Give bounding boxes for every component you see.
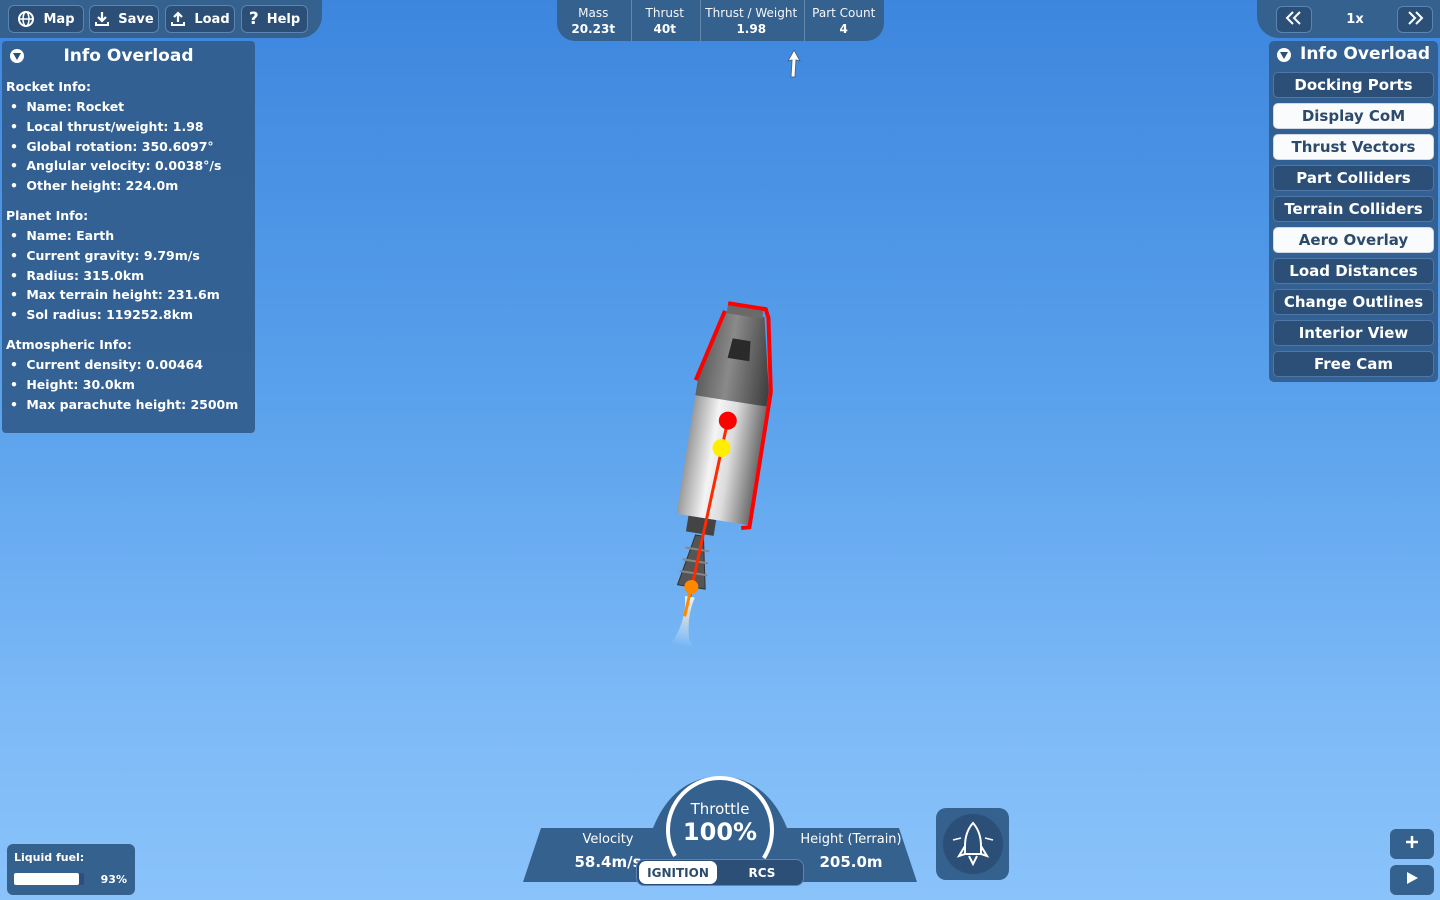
question-icon: ? — [248, 9, 259, 29]
map-button[interactable]: Map — [8, 5, 84, 33]
top-toolbar: Map Save Load ? Help — [0, 0, 322, 38]
stage-button[interactable] — [936, 808, 1009, 880]
globe-icon — [17, 10, 35, 28]
upload-icon — [170, 11, 186, 27]
atmospheric-info-section: Atmospheric Info: Current density: 0.004… — [2, 335, 255, 414]
free-cam-toggle[interactable]: Free Cam — [1273, 351, 1434, 377]
info-item: Radius: 315.0km — [10, 266, 255, 286]
info-overload-panel: Info Overload Rocket Info: Name: Rocket … — [2, 41, 255, 433]
info-item: Sol radius: 119252.8km — [10, 305, 255, 325]
load-button[interactable]: Load — [165, 5, 235, 33]
plus-icon — [1404, 834, 1420, 854]
info-item: Other height: 224.0m — [10, 176, 255, 196]
rcs-button[interactable]: RCS — [723, 861, 801, 884]
save-button-label: Save — [118, 11, 154, 27]
overlay-panel-header: Info Overload — [1269, 41, 1438, 69]
stat-value: 40t — [653, 21, 676, 36]
stat-value: 4 — [839, 21, 848, 36]
fuel-bar-fill — [14, 873, 80, 885]
load-button-label: Load — [194, 11, 230, 27]
stat-label: Part Count — [812, 5, 876, 20]
fuel-panel: Liquid fuel: 93% — [7, 844, 135, 895]
velocity-direction-arrow-icon — [787, 48, 801, 78]
ignition-button[interactable]: IGNITION — [639, 861, 717, 884]
info-item: Global rotation: 350.6097° — [10, 137, 255, 157]
stat-label: Mass — [578, 5, 609, 20]
stat-thrust: Thrust 40t — [630, 0, 698, 41]
flight-hud: Velocity 58.4m/s Throttle 100% Height (T… — [523, 772, 917, 900]
help-button-label: Help — [266, 11, 301, 27]
terrain-colliders-toggle[interactable]: Terrain Colliders — [1273, 196, 1434, 222]
info-item: Max terrain height: 231.6m — [10, 285, 255, 305]
fuel-label: Liquid fuel: — [14, 851, 85, 864]
play-icon — [1404, 870, 1420, 890]
toggle-label: Display CoM — [1301, 107, 1406, 125]
interior-view-toggle[interactable]: Interior View — [1273, 320, 1434, 346]
rocket-icon — [942, 814, 1003, 874]
info-panel-header: Info Overload — [2, 41, 255, 71]
double-chevron-left-icon — [1285, 10, 1303, 29]
info-item: Current density: 0.00464 — [10, 355, 255, 375]
fuel-percent: 93% — [100, 873, 127, 886]
toggle-label: Docking Ports — [1294, 76, 1413, 94]
info-item: Height: 30.0km — [10, 375, 255, 395]
thrust-vectors-toggle[interactable]: Thrust Vectors — [1273, 134, 1434, 160]
double-chevron-right-icon — [1406, 10, 1424, 29]
play-button[interactable] — [1390, 865, 1434, 895]
overlay-toggle-panel: Info Overload Docking Ports Display CoM … — [1269, 41, 1438, 382]
part-colliders-toggle[interactable]: Part Colliders — [1273, 165, 1434, 191]
zoom-in-button[interactable] — [1390, 829, 1434, 859]
toggle-label: Change Outlines — [1283, 293, 1424, 311]
info-item: Current gravity: 9.79m/s — [10, 246, 255, 266]
info-item: Anglular velocity: 0.0038°/s — [10, 156, 255, 176]
throttle-value: 100% — [682, 818, 758, 846]
stat-part-count: Part Count 4 — [803, 0, 883, 41]
rewind-button[interactable] — [1276, 6, 1312, 33]
section-title: Rocket Info: — [6, 79, 91, 94]
docking-ports-toggle[interactable]: Docking Ports — [1273, 72, 1434, 98]
stat-label: Thrust / Weight — [705, 5, 798, 20]
toggle-label: Aero Overlay — [1298, 231, 1409, 249]
stat-label: Thrust — [645, 5, 684, 20]
load-distances-toggle[interactable]: Load Distances — [1273, 258, 1434, 284]
toggle-label: Terrain Colliders — [1284, 200, 1423, 218]
info-item: Name: Earth — [10, 226, 255, 246]
info-item: Local thrust/weight: 1.98 — [10, 117, 255, 137]
save-button[interactable]: Save — [89, 5, 159, 33]
time-scale-readout: 1x — [1346, 12, 1364, 27]
fuel-bar-track — [14, 873, 84, 885]
velocity-label: Velocity — [582, 832, 634, 847]
toggle-label: Free Cam — [1313, 355, 1393, 373]
section-title: Planet Info: — [6, 207, 89, 223]
help-button[interactable]: ? Help — [241, 5, 308, 33]
toggle-label: Load Distances — [1289, 262, 1418, 280]
stat-thrust-weight: Thrust / Weight 1.98 — [700, 0, 801, 41]
toggle-label: Part Colliders — [1296, 169, 1411, 187]
height-label: Height (Terrain) — [800, 832, 902, 847]
rocket-stats-bar: Mass 20.23t Thrust 40t Thrust / Weight 1… — [557, 0, 884, 41]
overlay-panel-title: Info Overload — [1300, 44, 1431, 64]
info-panel-title: Info Overload — [63, 46, 194, 66]
section-title: Atmospheric Info: — [6, 336, 132, 352]
rocket — [670, 301, 773, 649]
planet-info-section: Planet Info: Name: Earth Current gravity… — [2, 206, 255, 325]
throttle-label: Throttle — [690, 800, 750, 818]
info-item: Name: Rocket — [10, 97, 255, 117]
fast-forward-button[interactable] — [1397, 6, 1433, 33]
collapse-icon[interactable] — [1277, 48, 1291, 62]
download-icon — [94, 11, 110, 27]
info-item: Max parachute height: 2500m — [10, 395, 255, 415]
change-outlines-toggle[interactable]: Change Outlines — [1273, 289, 1434, 315]
stat-value: 20.23t — [571, 21, 616, 36]
collapse-icon[interactable] — [10, 49, 24, 63]
height-value: 205.0m — [819, 853, 883, 871]
stat-mass: Mass 20.23t — [558, 0, 628, 41]
map-button-label: Map — [43, 11, 75, 27]
toggle-label: Thrust Vectors — [1291, 138, 1416, 156]
toggle-label: Interior View — [1298, 324, 1409, 342]
rocket-info-section: Rocket Info: Name: Rocket Local thrust/w… — [2, 77, 255, 196]
stat-value: 1.98 — [736, 21, 767, 36]
display-com-toggle[interactable]: Display CoM — [1273, 103, 1434, 129]
aero-overlay-toggle[interactable]: Aero Overlay — [1273, 227, 1434, 253]
